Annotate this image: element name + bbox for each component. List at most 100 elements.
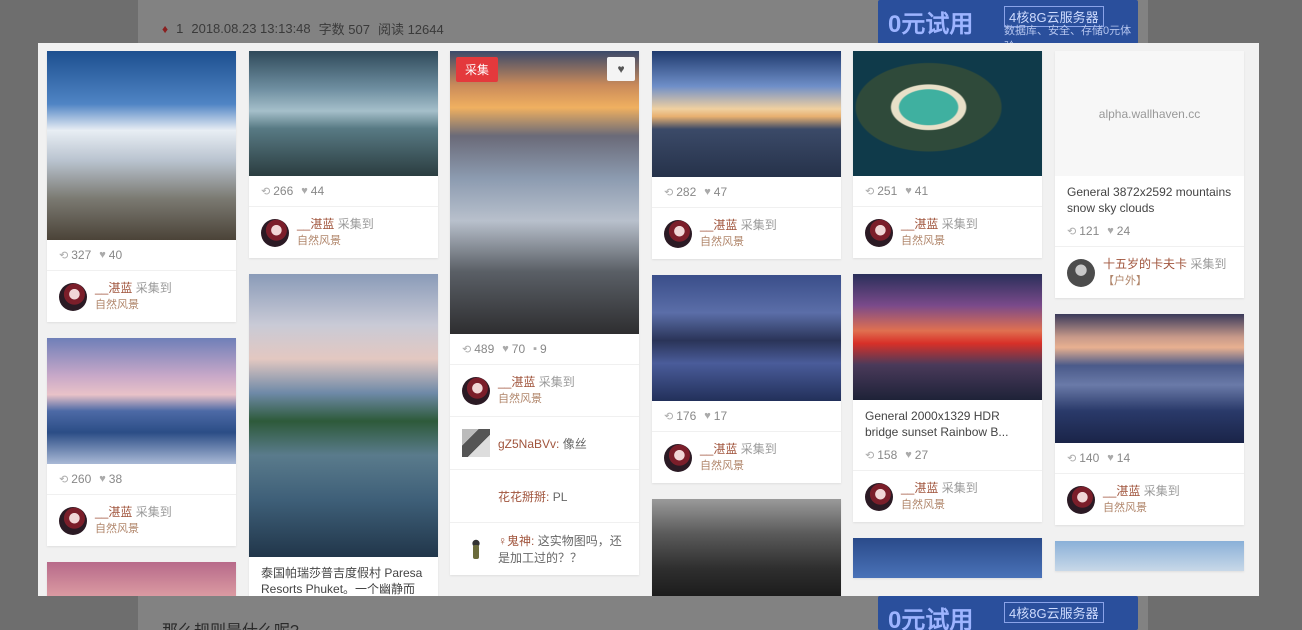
- username-link[interactable]: __湛蓝: [1103, 484, 1140, 498]
- repin-icon: ⟲: [462, 343, 472, 356]
- pin-card[interactable]: ⟲ 176 ♥ 17 __湛蓝 采集到 自然风景: [652, 275, 841, 483]
- pin-attribution[interactable]: 十五岁的卡夫卡 采集到 【户外】: [1055, 246, 1244, 298]
- pin-column: 采集 ♥ ⟲ 489 ♥ 70 ▪ 9 __湛蓝 采集到 自然风景 gZ5NaBVv: …: [450, 51, 639, 591]
- username-link[interactable]: __湛蓝: [700, 442, 737, 456]
- username-link[interactable]: 十五岁的卡夫卡: [1103, 257, 1187, 271]
- pin-image-placeholder[interactable]: alpha.wallhaven.cc: [1055, 51, 1244, 176]
- avatar[interactable]: [462, 482, 490, 510]
- avatar[interactable]: [865, 482, 893, 511]
- pin-card[interactable]: ⟲ 251 ♥ 41 __湛蓝 采集到自然风景: [853, 51, 1042, 258]
- avatar[interactable]: [664, 219, 692, 248]
- pin-stats: ⟲ 251 ♥ 41: [853, 176, 1042, 206]
- pin-card[interactable]: ⟲ 260 ♥ 38 __湛蓝 采集到 自然风景: [47, 338, 236, 546]
- avatar[interactable]: [462, 376, 490, 405]
- action-text: 采集到: [538, 375, 575, 389]
- pin-image[interactable]: [853, 274, 1042, 400]
- pin-card[interactable]: ⟲ 140 ♥ 14 __湛蓝 采集到 自然风景: [1055, 314, 1244, 525]
- pin-card[interactable]: [1055, 541, 1244, 571]
- pin-image[interactable]: [1055, 541, 1244, 571]
- pin-attribution[interactable]: __湛蓝 采集到 自然风景: [47, 270, 236, 322]
- like-count: 38: [108, 472, 123, 486]
- pin-attribution[interactable]: __湛蓝 采集到 自然风景: [1055, 473, 1244, 525]
- comment-user[interactable]: ♀鬼神:: [498, 534, 534, 548]
- heart-icon: ♥: [502, 343, 509, 355]
- board-link[interactable]: 自然风景: [95, 523, 139, 535]
- pin-attribution[interactable]: __湛蓝 采集到自然风景: [853, 470, 1042, 522]
- board-link[interactable]: 自然风景: [1103, 502, 1147, 514]
- heart-button[interactable]: ♥: [607, 57, 635, 81]
- username-link[interactable]: __湛蓝: [95, 505, 132, 519]
- ad-banner-bottom[interactable]: 0元试用 4核8G云服务器: [878, 596, 1138, 630]
- pin-image[interactable]: [652, 499, 841, 596]
- heart-icon: ♥: [704, 186, 711, 198]
- pin-card[interactable]: 采集 ♥ ⟲ 489 ♥ 70 ▪ 9 __湛蓝 采集到 自然风景 gZ5NaBVv: …: [450, 51, 639, 575]
- pin-attribution[interactable]: __湛蓝 采集到自然风景: [450, 364, 639, 416]
- pin-card[interactable]: General 2000x1329 HDR bridge sunset Rain…: [853, 274, 1042, 522]
- avatar[interactable]: [664, 443, 692, 472]
- avatar[interactable]: [1067, 258, 1095, 287]
- username-link[interactable]: __湛蓝: [700, 218, 737, 232]
- board-link[interactable]: 自然风景: [95, 299, 139, 311]
- repin-count: 140: [1079, 451, 1100, 465]
- pin-image[interactable]: 采集 ♥: [450, 51, 639, 334]
- board-link[interactable]: 自然风景: [901, 235, 945, 247]
- comment-text: PL: [552, 489, 568, 504]
- username-link[interactable]: __湛蓝: [901, 481, 938, 495]
- pin-card[interactable]: [47, 562, 236, 596]
- avatar[interactable]: [261, 218, 289, 247]
- pin-card[interactable]: alpha.wallhaven.cc General 3872x2592 mou…: [1055, 51, 1244, 298]
- pin-image[interactable]: [853, 538, 1042, 578]
- pin-image[interactable]: [249, 274, 438, 557]
- username-link[interactable]: __湛蓝: [95, 281, 132, 295]
- pin-image[interactable]: [47, 338, 236, 464]
- comment-user[interactable]: 花花掰掰:: [498, 490, 549, 504]
- pin-card[interactable]: ⟲ 266 ♥ 44 __湛蓝 采集到 自然风景: [249, 51, 438, 258]
- avatar[interactable]: [462, 535, 490, 563]
- avatar[interactable]: [59, 282, 87, 311]
- avatar[interactable]: [865, 218, 893, 247]
- pin-image[interactable]: [249, 51, 438, 176]
- pin-card[interactable]: ⟲ 282 ♥ 47 __湛蓝 采集到 自然风景: [652, 51, 841, 259]
- ad-banner-top[interactable]: 0元试用 4核8G云服务器 数据库、安全、存储0元体验: [878, 0, 1138, 44]
- pin-stats: ⟲ 282 ♥ 47: [652, 177, 841, 207]
- board-link[interactable]: 自然风景: [700, 460, 744, 472]
- pin-attribution[interactable]: __湛蓝 采集到自然风景: [853, 206, 1042, 258]
- username-link[interactable]: __湛蓝: [901, 217, 938, 231]
- repin-icon: ⟲: [865, 449, 875, 462]
- repin-icon: ⟲: [59, 473, 69, 486]
- action-text: 采集到: [941, 217, 978, 231]
- heart-icon: ♥: [704, 410, 711, 422]
- comment-user[interactable]: gZ5NaBVv:: [498, 437, 559, 451]
- pin-card[interactable]: [853, 538, 1042, 578]
- username-link[interactable]: __湛蓝: [297, 217, 334, 231]
- action-text: 采集到: [135, 505, 172, 519]
- pin-attribution[interactable]: __湛蓝 采集到 自然风景: [249, 206, 438, 258]
- avatar[interactable]: [1067, 485, 1095, 514]
- pin-attribution[interactable]: __湛蓝 采集到自然风景: [652, 431, 841, 483]
- pin-attribution[interactable]: __湛蓝 采集到 自然风景: [652, 207, 841, 259]
- pin-image[interactable]: [652, 51, 841, 177]
- board-link[interactable]: 自然风景: [498, 393, 542, 405]
- board-link[interactable]: 自然风景: [901, 499, 945, 511]
- pin-attribution[interactable]: __湛蓝 采集到自然风景: [47, 494, 236, 546]
- pin-image[interactable]: [652, 275, 841, 401]
- pin-card[interactable]: ⟲ 327 ♥ 40 __湛蓝 采集到 自然风景: [47, 51, 236, 322]
- board-link[interactable]: 【户外】: [1103, 275, 1147, 287]
- pin-image[interactable]: [47, 562, 236, 596]
- pin-card[interactable]: [652, 499, 841, 596]
- board-link[interactable]: 自然风景: [297, 235, 341, 247]
- collect-tag[interactable]: 采集: [456, 57, 499, 82]
- comment-item: 花花掰掰: PL: [450, 469, 639, 522]
- board-link[interactable]: 自然风景: [700, 236, 744, 248]
- action-text: 采集到: [740, 442, 777, 456]
- avatar[interactable]: [59, 506, 87, 535]
- pin-image[interactable]: [47, 51, 236, 240]
- avatar[interactable]: [462, 429, 490, 457]
- comment-count: 9: [540, 342, 547, 356]
- username-link[interactable]: __湛蓝: [498, 375, 535, 389]
- pin-stats: ⟲ 266 ♥ 44: [249, 176, 438, 206]
- pin-image[interactable]: [1055, 314, 1244, 443]
- pin-image[interactable]: [853, 51, 1042, 176]
- action-text: 采集到: [941, 481, 978, 495]
- pin-card[interactable]: 泰国帕瑞莎普吉度假村 Paresa Resorts Phuket。一个幽静而: [249, 274, 438, 596]
